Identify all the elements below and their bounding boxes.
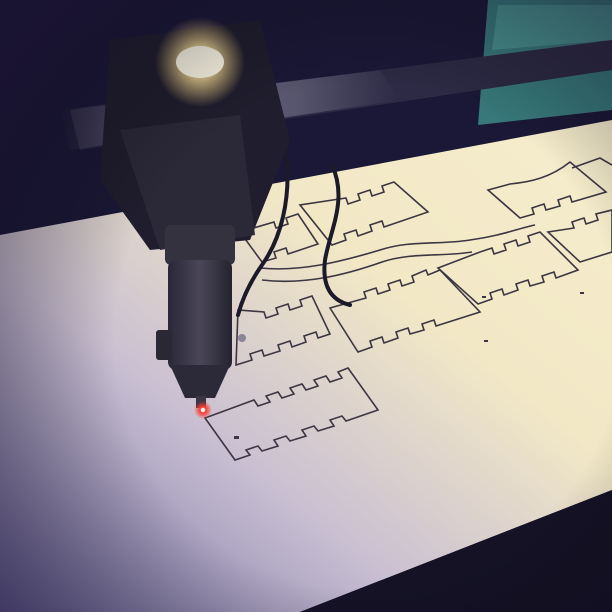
vignette-overlay	[0, 0, 612, 612]
photo-canvas	[0, 0, 612, 612]
laser-cutter-photo	[0, 0, 612, 612]
